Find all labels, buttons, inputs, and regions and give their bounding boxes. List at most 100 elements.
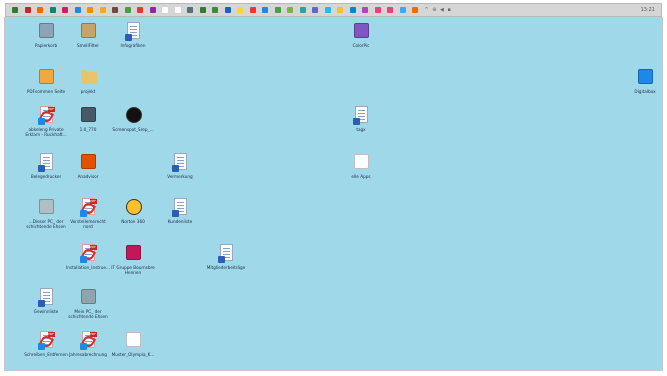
desktop-icon-label: Screenspot_Srep_... bbox=[112, 127, 154, 132]
tb-icon-29-taskbar-icon[interactable] bbox=[362, 7, 368, 13]
desktop-icon-mitgliederbeitraege[interactable]: Mitgliederbeiträge bbox=[203, 244, 249, 270]
tb-icon-23-taskbar-icon[interactable] bbox=[287, 7, 293, 13]
photo1-app-icon bbox=[80, 106, 97, 125]
desktop-icon-label: Muster_Olympia_K... bbox=[111, 352, 155, 357]
desktop-icon-onenote[interactable]: SmellFilter bbox=[65, 22, 111, 48]
tb-icon-9-taskbar-icon[interactable] bbox=[112, 7, 118, 13]
desktop-icon-label: Papierkorb bbox=[34, 43, 58, 48]
desktop-icon-anadvisor[interactable]: Anadvisor bbox=[65, 153, 111, 179]
tb-icon-5-taskbar-icon[interactable] bbox=[62, 7, 68, 13]
tb-icon-21-taskbar-icon[interactable] bbox=[262, 7, 268, 13]
word-document-icon bbox=[37, 153, 55, 172]
tb-icon-25-taskbar-icon[interactable] bbox=[312, 7, 318, 13]
skype-gruppe-app-icon bbox=[125, 244, 142, 263]
desktop-icon-label: Installation_Instrue... bbox=[66, 265, 110, 270]
word-document-icon bbox=[217, 244, 235, 263]
tb-icon-12-taskbar-icon[interactable] bbox=[149, 7, 156, 13]
desktop-icon-label: ...Dieser PC_ der schichtende Ehsen bbox=[26, 219, 66, 229]
elite-apps-app-icon bbox=[353, 153, 370, 172]
desktop-icon-label: Gewinnliste bbox=[33, 309, 59, 314]
desktop-icon-elite-apps[interactable]: elle Apps bbox=[338, 153, 384, 179]
tb-icon-4-taskbar-icon[interactable] bbox=[49, 7, 56, 13]
desktop-icon-label: abkeleng Private Erklarn - Ruckhaft... bbox=[25, 127, 67, 137]
desktop-icon-label: 1.0_770 bbox=[79, 127, 97, 132]
desktop-icon-label: Digitalbox bbox=[634, 89, 656, 94]
desktop-icon-label: projekt bbox=[80, 89, 96, 94]
desktop-icon-colorpic[interactable]: ColorPic bbox=[338, 22, 384, 48]
desktop-icon-infografik[interactable]: Infografiken bbox=[110, 22, 156, 48]
desktop-icon-norton[interactable]: Norton 360 bbox=[110, 198, 156, 224]
tb-icon-26-taskbar-icon[interactable] bbox=[324, 7, 331, 13]
tb-icon-18-taskbar-icon[interactable] bbox=[224, 7, 231, 13]
tb-icon-14-taskbar-icon[interactable] bbox=[174, 7, 181, 13]
tb-icon-27-taskbar-icon[interactable] bbox=[337, 7, 343, 13]
tb-icon-1-taskbar-icon[interactable] bbox=[12, 7, 18, 13]
tb-icon-7-taskbar-icon[interactable] bbox=[87, 7, 93, 13]
desktop-icon-photo1[interactable]: 1.0_770 bbox=[65, 106, 111, 132]
tb-icon-6-taskbar-icon[interactable] bbox=[74, 7, 81, 13]
dieser-pc-app-icon bbox=[38, 198, 55, 217]
onenote-app-icon bbox=[80, 22, 97, 41]
tb-icon-8-taskbar-icon[interactable] bbox=[99, 7, 106, 13]
desktop-icon-tabellen[interactable]: Gewinnliste bbox=[23, 288, 69, 314]
desktop-icon-rechnungsvorlage[interactable]: PDF Jahresabrechnung bbox=[65, 331, 111, 357]
pdf-seiten-app-icon bbox=[38, 68, 55, 87]
desktop-icon-tagx[interactable]: tagx bbox=[338, 106, 384, 132]
desktop-icon-kundenliste[interactable]: Kundenliste bbox=[157, 198, 203, 224]
tb-icon-20-taskbar-icon[interactable] bbox=[249, 7, 256, 13]
desktop-icon-label: ColorPic bbox=[352, 43, 370, 48]
desktop-icon-label: Anadvisor bbox=[77, 174, 99, 179]
tb-icon-15-taskbar-icon[interactable] bbox=[187, 7, 193, 13]
screenshot-app-icon bbox=[125, 106, 142, 125]
tb-icon-10-taskbar-icon[interactable] bbox=[124, 7, 131, 13]
tb-icon-22-taskbar-icon[interactable] bbox=[274, 7, 281, 13]
desktop-icon-belegedrucker[interactable]: Belegedrucker bbox=[23, 153, 69, 179]
desktop-icon-label: Vermerkung bbox=[167, 174, 193, 179]
desktop-icon-installation[interactable]: PDF Installation_Instrue... bbox=[65, 244, 111, 270]
desktop-icon-projekt[interactable]: projekt bbox=[65, 68, 111, 94]
system-tray[interactable]: ^ ⊕ ◀ ▪ bbox=[425, 7, 452, 13]
tb-icon-31-taskbar-icon[interactable] bbox=[387, 7, 393, 13]
word-document-icon bbox=[171, 153, 189, 172]
desktop-icon-muster-olympia[interactable]: Muster_Olympia_K... bbox=[110, 331, 156, 357]
desktop-icon-label: Jahresabrechnung bbox=[69, 352, 107, 357]
tb-icon-13-taskbar-icon[interactable] bbox=[162, 7, 168, 13]
desktop-icon-skype-gruppe[interactable]: IT Gruppe Bournsbre Hennen bbox=[110, 244, 156, 275]
desktop-icon-vermerkung[interactable]: Vermerkung bbox=[157, 153, 203, 179]
pdf-document-icon: PDF bbox=[37, 106, 55, 125]
desktop-icon-pdf-seiten[interactable]: PDFsommen Seite bbox=[23, 68, 69, 94]
tb-icon-2-taskbar-icon[interactable] bbox=[24, 7, 31, 13]
clock[interactable]: 13:21 bbox=[641, 7, 655, 13]
desktop-icon-label: Kundenliste bbox=[167, 219, 193, 224]
word-document-icon bbox=[124, 22, 142, 41]
tb-icon-17-taskbar-icon[interactable] bbox=[212, 7, 218, 13]
desktop-icon-mein-pc[interactable]: Mein PC_ der schichtende Ehsen bbox=[65, 288, 111, 319]
tb-icon-3-taskbar-icon[interactable] bbox=[37, 7, 43, 13]
desktop-icon-vorstellung[interactable]: PDF Vorstellemerecht nord bbox=[65, 198, 111, 229]
desktop-icon-label: Schreiben_Entfernen bbox=[24, 352, 68, 357]
tb-icon-16-taskbar-icon[interactable] bbox=[199, 7, 206, 13]
tb-icon-30-taskbar-icon[interactable] bbox=[374, 7, 381, 13]
anadvisor-app-icon bbox=[80, 153, 97, 172]
tb-icon-11-taskbar-icon[interactable] bbox=[137, 7, 143, 13]
folder-icon bbox=[80, 68, 97, 87]
desktop-icon-label: PDFsommen Seite bbox=[26, 89, 66, 94]
desktop-icon-digitalbox[interactable]: Digitalbox bbox=[622, 68, 667, 94]
tb-icon-28-taskbar-icon[interactable] bbox=[349, 7, 356, 13]
tb-icon-19-taskbar-icon[interactable] bbox=[237, 7, 243, 13]
digitalbox-app-icon bbox=[637, 68, 654, 87]
norton-app-icon bbox=[125, 198, 142, 217]
desktop-icon-screenshot[interactable]: Screenspot_Srep_... bbox=[110, 106, 156, 132]
tb-icon-32-taskbar-icon[interactable] bbox=[399, 7, 406, 13]
word-document-icon bbox=[37, 288, 55, 307]
tb-icon-33-taskbar-icon[interactable] bbox=[412, 7, 418, 13]
desktop-icon-ruckung[interactable]: PDF abkeleng Private Erklarn - Ruckhaft..… bbox=[23, 106, 69, 137]
desktop-icon-sitzungs-infomaterial[interactable]: PDF Schreiben_Entfernen bbox=[23, 331, 69, 357]
desktop-icon-dieser-pc[interactable]: ...Dieser PC_ der schichtende Ehsen bbox=[23, 198, 69, 229]
tb-icon-24-taskbar-icon[interactable] bbox=[299, 7, 306, 13]
muster-olympia-app-icon bbox=[125, 331, 142, 350]
desktop-icon-label: Mein PC_ der schichtende Ehsen bbox=[68, 309, 108, 319]
desktop-icon-label: Norton 360 bbox=[121, 219, 145, 224]
desktop-icon-papierkorb[interactable]: Papierkorb bbox=[23, 22, 69, 48]
word-document-icon bbox=[352, 106, 370, 125]
